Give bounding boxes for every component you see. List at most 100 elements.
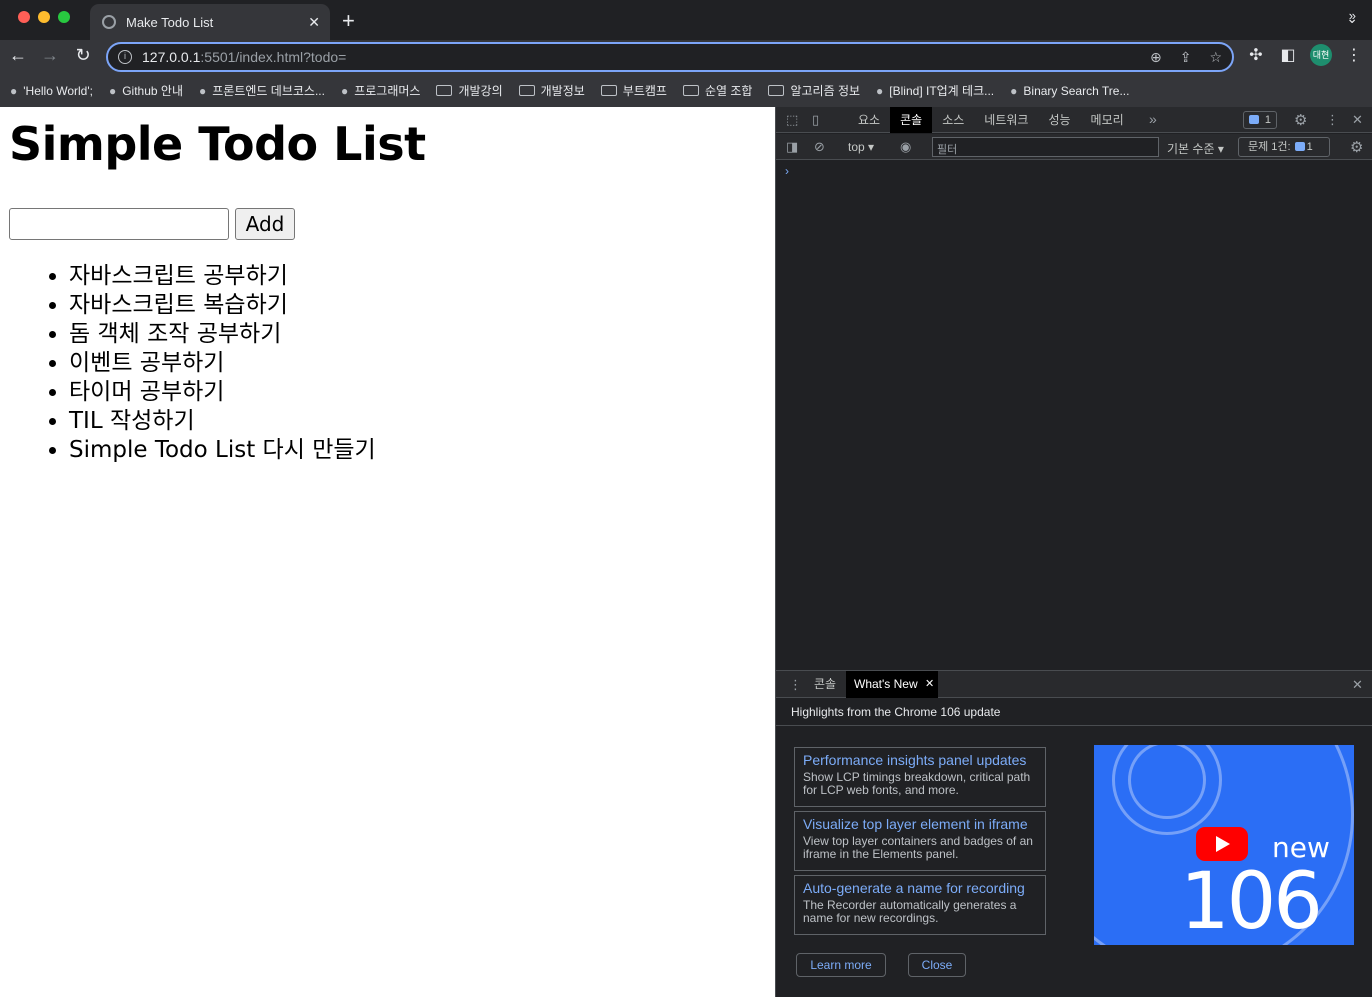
issues-count: 1	[1264, 114, 1271, 126]
close-button[interactable]: Close	[908, 953, 966, 977]
problems-button[interactable]: 문제 1건: 1	[1238, 137, 1330, 157]
todo-input[interactable]	[9, 208, 229, 240]
new-tab-button[interactable]: +	[342, 8, 355, 34]
devtools-tab[interactable]: 요소	[848, 107, 890, 133]
devtools-tab[interactable]: 콘솔	[890, 107, 933, 133]
more-tabs-icon[interactable]: »	[1149, 111, 1157, 127]
bookmark-item[interactable]: ● 프론트엔드 데브코스...	[199, 82, 325, 99]
todo-item: TIL 작성하기	[69, 407, 376, 436]
bookmark-item[interactable]: ● 'Hello World';	[10, 84, 93, 98]
close-drawer-icon[interactable]: ✕	[1352, 677, 1363, 693]
side-panel-icon[interactable]: ◧	[1272, 45, 1304, 65]
bookmark-item[interactable]: 순열 조합	[682, 82, 752, 99]
bookmark-item[interactable]: ● Binary Search Tre...	[1010, 84, 1129, 98]
devtools-menu-icon[interactable]: ⋮	[1326, 112, 1339, 128]
menu-kebab-icon[interactable]: ⋮	[1338, 45, 1370, 65]
bookmark-label: 'Hello World';	[23, 83, 93, 98]
browser-tab[interactable]: Make Todo List ✕	[90, 4, 330, 40]
close-tab-icon[interactable]: ✕	[308, 14, 320, 31]
bookmark-label: [Blind] IT업계 테크...	[889, 84, 995, 98]
bookmark-item[interactable]: ● 프로그래머스	[341, 82, 421, 99]
bookmark-label: 프론트엔드 데브코스...	[212, 84, 325, 98]
bookmark-item[interactable]: 개발강의	[436, 82, 503, 99]
message-icon	[1294, 142, 1305, 151]
youtube-play-icon[interactable]	[1196, 827, 1248, 861]
whats-new-card[interactable]: Visualize top layer element in iframe Vie…	[794, 811, 1046, 871]
devtools-drawer: ⋮ 콘솔 What's New ✕ ✕ Highlights from the …	[776, 670, 1372, 997]
bookmark-label: 개발정보	[540, 84, 585, 98]
drawer-tab-console[interactable]: 콘솔	[806, 671, 844, 698]
sidebar-toggle-icon[interactable]: ◨	[786, 139, 798, 155]
close-devtools-icon[interactable]: ✕	[1352, 112, 1363, 128]
settings-gear-icon[interactable]: ⚙	[1294, 111, 1307, 129]
bookmark-label: Github 안내	[122, 84, 183, 98]
whats-new-card[interactable]: Auto-generate a name for recording The Re…	[794, 875, 1046, 935]
bookmark-item[interactable]: 부트캠프	[600, 82, 667, 99]
learn-more-button[interactable]: Learn more	[796, 953, 886, 977]
folder-icon	[436, 85, 453, 96]
forward-icon[interactable]: →	[38, 45, 62, 66]
clear-console-icon[interactable]: ⊘	[814, 139, 825, 155]
back-icon[interactable]: ←	[6, 45, 30, 66]
console-settings-gear-icon[interactable]: ⚙	[1350, 138, 1363, 156]
drawer-toolbar: ⋮ 콘솔 What's New ✕ ✕	[776, 671, 1372, 698]
devtools-tab[interactable]: 메모리	[1081, 107, 1134, 133]
programmers-icon: ●	[340, 83, 349, 98]
devtools-tabs: 요소 콘솔 소스 네트워크 성능 메모리	[848, 107, 1134, 133]
drawer-tab-whats-new[interactable]: What's New	[846, 671, 938, 698]
whats-new-card[interactable]: Performance insights panel updates Show L…	[794, 747, 1046, 807]
message-icon	[1249, 115, 1259, 124]
log-level-dropdown[interactable]: 기본 수준 ▾	[1167, 140, 1224, 157]
bookmark-item[interactable]: ● Github 안내	[109, 82, 183, 99]
devtools-tab[interactable]: 네트워크	[974, 107, 1038, 133]
close-window-button[interactable]	[18, 11, 30, 23]
minimize-window-button[interactable]	[38, 11, 50, 23]
folder-icon	[768, 85, 785, 96]
tab-strip: Make Todo List ✕ + ⌄	[0, 0, 1372, 40]
devtools-main-toolbar: ⬚ ▯ 요소 콘솔 소스 네트워크 성능 메모리 » 1 ⚙ ⋮ ✕	[776, 107, 1372, 133]
zoom-icon[interactable]: ⊕	[1150, 49, 1162, 66]
todo-item: Simple Todo List 다시 만들기	[69, 436, 376, 465]
devtools-tab[interactable]: 성능	[1038, 107, 1080, 133]
bookmark-item[interactable]: 알고리즘 정보	[768, 82, 860, 99]
bst-icon: ●	[1010, 83, 1018, 98]
address-bar[interactable]: i 127.0.0.1:5501/index.html?todo= ⊕ ⇪ ☆	[106, 42, 1234, 72]
browser-chrome: Make Todo List ✕ + ⌄ ← → ↻ i 127.0.0.1:5…	[0, 0, 1372, 107]
dots-icon: ●	[10, 83, 18, 98]
bookmark-item[interactable]: 개발정보	[518, 82, 585, 99]
page-viewport: Simple Todo List Add 자바스크립트 공부하기자바스크립트 복…	[0, 107, 775, 997]
live-expression-eye-icon[interactable]: ◉	[900, 139, 911, 155]
console-prompt[interactable]: ›	[785, 164, 789, 178]
context-selector[interactable]: top ▾	[848, 140, 874, 154]
inspect-element-icon[interactable]: ⬚	[786, 112, 798, 128]
maximize-window-button[interactable]	[58, 11, 70, 23]
reload-icon[interactable]: ↻	[71, 45, 95, 66]
add-button[interactable]: Add	[235, 208, 295, 240]
close-drawer-tab-icon[interactable]: ✕	[925, 677, 934, 690]
bookmark-star-icon[interactable]: ☆	[1209, 49, 1222, 66]
card-title-link[interactable]: Performance insights panel updates	[803, 752, 1037, 769]
extensions-puzzle-icon[interactable]: ✣	[1240, 45, 1272, 65]
issues-badge[interactable]: 1	[1243, 111, 1277, 129]
avatar[interactable]: 대현	[1310, 44, 1332, 66]
chrome-106-video-thumbnail[interactable]: new 106	[1094, 745, 1354, 945]
bookmarks-overflow-icon[interactable]: »	[1349, 8, 1356, 23]
todo-item: 자바스크립트 복습하기	[69, 291, 376, 320]
share-icon[interactable]: ⇪	[1180, 49, 1192, 66]
device-toolbar-icon[interactable]: ▯	[812, 112, 819, 128]
drawer-menu-icon[interactable]: ⋮	[789, 677, 802, 693]
globe-icon	[102, 15, 116, 29]
filter-input[interactable]: 필터	[932, 137, 1159, 157]
card-title-link[interactable]: Auto-generate a name for recording	[803, 880, 1037, 897]
devtools-tab[interactable]: 소스	[932, 107, 974, 133]
github-icon: ●	[108, 83, 117, 98]
bookmark-label: 개발강의	[458, 84, 503, 98]
bookmark-item[interactable]: ● [Blind] IT업계 테크...	[876, 82, 994, 99]
console-toolbar: ◨ ⊘ top ▾ ◉ 필터 기본 수준 ▾ 문제 1건: 1 ⚙	[776, 134, 1372, 160]
bookmark-label: 알고리즘 정보	[790, 84, 861, 98]
site-info-icon[interactable]: i	[118, 50, 132, 64]
card-description: The Recorder automatically generates a n…	[803, 898, 1017, 925]
blind-icon: ●	[876, 83, 884, 98]
card-title-link[interactable]: Visualize top layer element in iframe	[803, 816, 1037, 833]
page-title: Simple Todo List	[9, 117, 426, 171]
